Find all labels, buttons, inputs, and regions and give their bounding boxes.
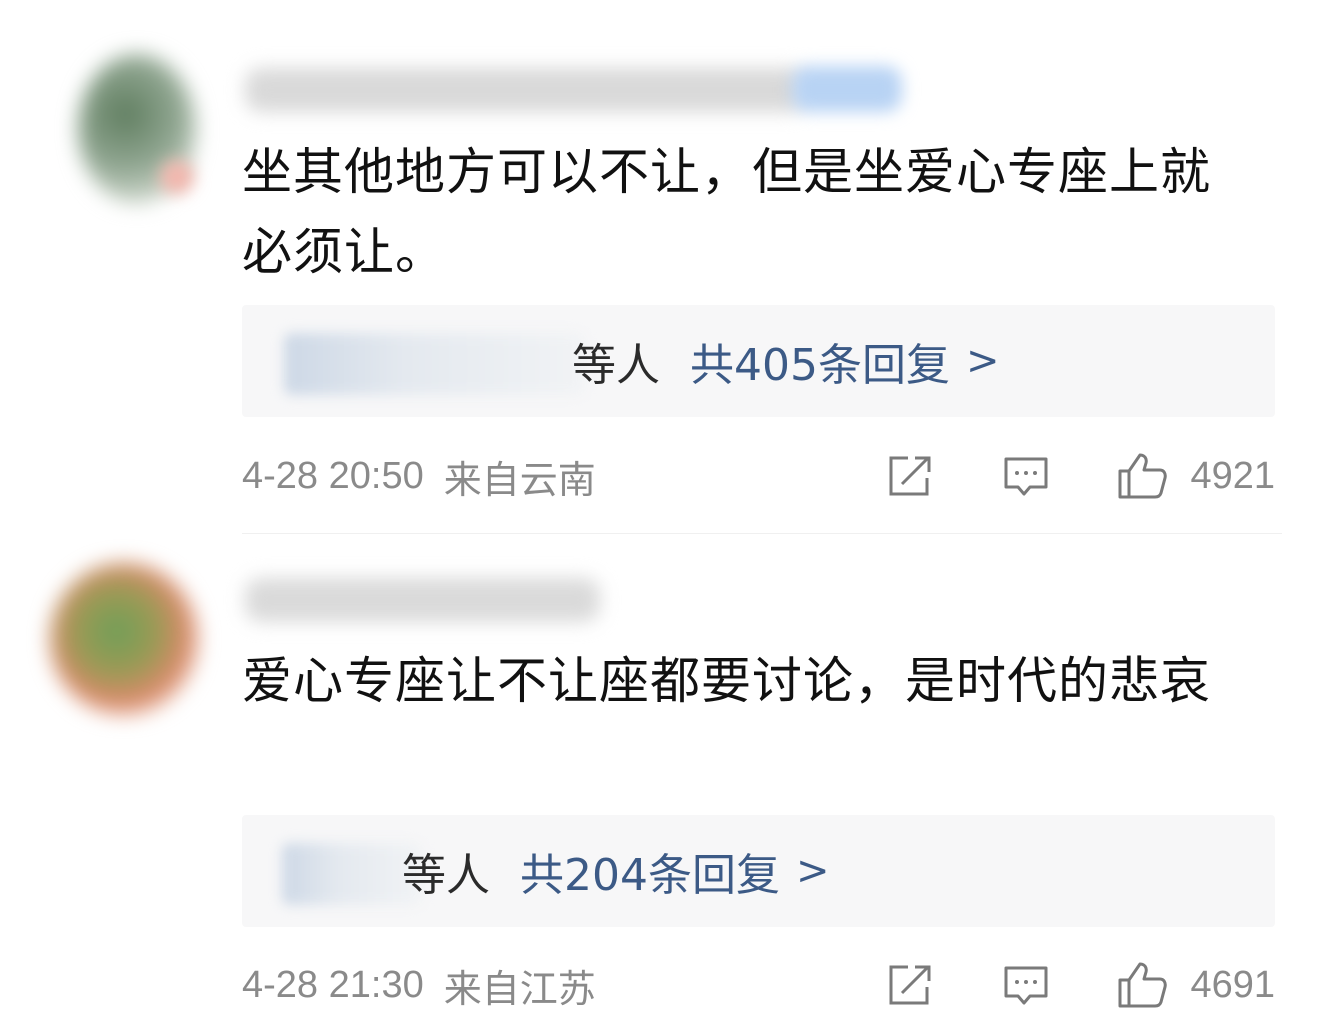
share-button[interactable] [886, 453, 934, 499]
reply-count-link[interactable]: 共405条回复 [690, 329, 950, 393]
like-button[interactable]: 4691 [1116, 960, 1275, 1010]
reply-suffix: 等人 [572, 340, 660, 391]
share-button[interactable] [886, 962, 934, 1008]
comment-icon [1004, 457, 1048, 496]
thumbs-up-icon [1118, 453, 1168, 499]
reply-button[interactable] [1002, 962, 1050, 1008]
chevron-right-icon: > [965, 338, 1000, 384]
reply-preview[interactable]: 等人 共204条回复 > [242, 815, 1275, 927]
chevron-right-icon: > [795, 848, 830, 894]
share-icon [889, 965, 931, 1005]
username-redacted[interactable] [245, 578, 600, 622]
thumbs-up-icon [1118, 962, 1168, 1008]
timestamp: 4-28 21:30 [242, 963, 424, 1006]
avatar-badge [160, 160, 194, 194]
user-badge-redacted [792, 66, 902, 112]
like-count: 4691 [1190, 963, 1275, 1006]
reply-summary[interactable]: 等人 共405条回复 > [572, 329, 1000, 393]
reply-usernames-redacted [284, 333, 584, 395]
comment-icon [1004, 966, 1048, 1005]
comment-actions: 4691 [886, 955, 1275, 1015]
comment-text: 爱心专座让不让座都要讨论，是时代的悲哀 [242, 652, 1211, 710]
location: 来自云南 [443, 459, 596, 502]
reply-preview[interactable]: 等人 共405条回复 > [242, 305, 1275, 417]
username-redacted[interactable] [245, 68, 805, 112]
avatar[interactable] [50, 563, 198, 715]
share-icon [889, 456, 931, 496]
like-count: 4921 [1190, 454, 1275, 497]
reply-usernames-redacted [282, 843, 422, 905]
reply-button[interactable] [1002, 453, 1050, 499]
reply-count-link[interactable]: 共204条回复 [520, 839, 780, 903]
comment-item: 爱心专座让不让座都要讨论，是时代的悲哀 等人 共204条回复 > 4-28 21… [0, 535, 1322, 1022]
timestamp: 4-28 20:50 [242, 454, 424, 497]
comment-meta: 4-28 20:50 来自云南 4921 [242, 446, 1275, 506]
location: 来自江苏 [443, 968, 596, 1011]
reply-summary[interactable]: 等人 共204条回复 > [402, 839, 830, 903]
reply-suffix: 等人 [402, 850, 490, 901]
comment-text: 坐其他地方可以不让，但是坐爱心专座上就必须让。 [242, 143, 1211, 281]
like-button[interactable]: 4921 [1116, 451, 1275, 501]
comment-meta: 4-28 21:30 来自江苏 4691 [242, 955, 1275, 1015]
comment-actions: 4921 [886, 446, 1275, 506]
divider [242, 533, 1282, 534]
comment-item: 坐其他地方可以不让，但是坐爱心专座上就必须让。 等人 共405条回复 > 4-2… [0, 0, 1322, 530]
